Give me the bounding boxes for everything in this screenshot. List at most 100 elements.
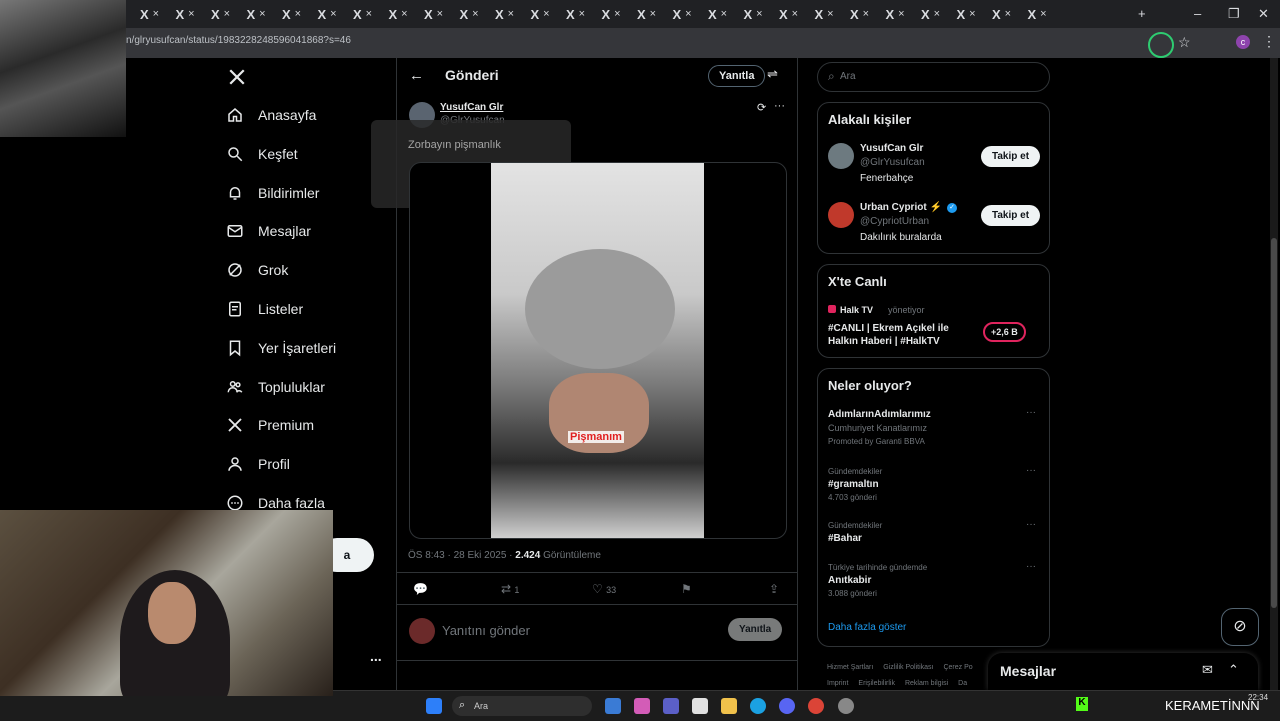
tab-close-icon[interactable]: × xyxy=(259,8,265,20)
scrollbar-thumb[interactable] xyxy=(1271,238,1277,608)
trend-name[interactable]: AdımlarınAdımlarımız xyxy=(828,409,931,420)
sidebar-item-8[interactable]: Premium xyxy=(226,416,314,434)
footer-link[interactable]: Gizlilik Politikası xyxy=(883,664,933,671)
browser-tab[interactable]: X × xyxy=(673,4,707,24)
sidebar-item-2[interactable]: Bildirimler xyxy=(226,184,319,202)
tab-close-icon[interactable]: × xyxy=(366,8,372,20)
reply-icon[interactable]: 💬 xyxy=(413,582,428,596)
browser-tab[interactable]: X × xyxy=(353,4,387,24)
sidebar-item-4[interactable]: Grok xyxy=(226,261,288,279)
browser-tab[interactable]: X × xyxy=(992,4,1026,24)
sidebar-item-7[interactable]: Topluluklar xyxy=(226,378,325,396)
tab-close-icon[interactable]: × xyxy=(969,8,975,20)
address-bar[interactable]: n/glryusufcan/status/1983228248596041868… xyxy=(0,28,1280,58)
new-message-icon[interactable]: ✉ xyxy=(1202,662,1213,678)
close-window-button[interactable]: ✕ xyxy=(1258,6,1269,22)
browser-tab[interactable]: X × xyxy=(921,4,955,24)
teams-icon[interactable] xyxy=(663,698,679,714)
minimize-button[interactable]: – xyxy=(1194,6,1201,21)
browser-tab[interactable]: X × xyxy=(318,4,352,24)
browser-tab[interactable]: X × xyxy=(140,4,174,24)
person-name[interactable]: YusufCan Glr xyxy=(860,143,923,154)
tab-close-icon[interactable]: × xyxy=(685,8,691,20)
tab-close-icon[interactable]: × xyxy=(153,8,159,20)
scrollbar[interactable] xyxy=(1270,58,1278,690)
bookmark-icon[interactable]: ⚑ xyxy=(681,582,692,596)
tab-close-icon[interactable]: × xyxy=(401,8,407,20)
reply-input[interactable]: Yanıtını gönder xyxy=(442,623,530,638)
browser-tab[interactable]: X × xyxy=(566,4,600,24)
store-icon[interactable] xyxy=(692,698,708,714)
edge-icon[interactable] xyxy=(750,698,766,714)
trend-name[interactable]: #gramaltın xyxy=(828,479,879,490)
extension-icon[interactable] xyxy=(1148,32,1174,58)
browser-tab[interactable]: X × xyxy=(815,4,849,24)
tab-close-icon[interactable]: × xyxy=(1040,8,1046,20)
post-more-icon[interactable]: ··· xyxy=(774,100,785,112)
browser-tab[interactable]: X × xyxy=(957,4,991,24)
star-icon[interactable]: ☆ xyxy=(1178,34,1191,51)
tab-close-icon[interactable]: × xyxy=(508,8,514,20)
follow-button[interactable]: Takip et xyxy=(981,146,1041,167)
trend-more-icon[interactable]: ··· xyxy=(1026,561,1036,572)
kebab-menu-icon[interactable]: ⋮ xyxy=(1262,33,1276,50)
discord-icon[interactable] xyxy=(779,698,795,714)
grok-icon[interactable]: ⟳ xyxy=(757,101,766,114)
tab-close-icon[interactable]: × xyxy=(543,8,549,20)
sidebar-item-6[interactable]: Yer İşaretleri xyxy=(226,339,336,357)
browser-tab[interactable]: X × xyxy=(495,4,529,24)
browser-tab[interactable]: X × xyxy=(176,4,210,24)
url-text[interactable]: n/glryusufcan/status/1983228248596041868… xyxy=(126,35,351,46)
settings-sliders-icon[interactable]: ⇌ xyxy=(767,66,778,82)
back-arrow-icon[interactable]: ← xyxy=(409,67,424,84)
browser-tab[interactable]: X × xyxy=(637,4,671,24)
tab-close-icon[interactable]: × xyxy=(188,8,194,20)
grok-fab-icon[interactable]: ⊘ xyxy=(1221,608,1259,646)
like-button[interactable]: ♡ 33 xyxy=(592,582,616,596)
reply-submit-button[interactable]: Yanıtla xyxy=(728,618,783,641)
trend-name[interactable]: Anıtkabir xyxy=(828,575,871,586)
taskbar-search[interactable]: ⌕ Ara xyxy=(452,696,592,716)
trend-more-icon[interactable]: ··· xyxy=(1026,407,1036,418)
tab-close-icon[interactable]: × xyxy=(472,8,478,20)
tab-close-icon[interactable]: × xyxy=(614,8,620,20)
new-tab-button[interactable]: + xyxy=(1138,6,1146,21)
person-avatar[interactable] xyxy=(828,202,854,228)
browser-tab[interactable]: X × xyxy=(1028,4,1062,24)
person-avatar[interactable] xyxy=(828,143,854,169)
share-icon[interactable]: ⇪ xyxy=(769,582,779,596)
sidebar-item-9[interactable]: Profil xyxy=(226,455,290,473)
tab-close-icon[interactable]: × xyxy=(224,8,230,20)
profile-avatar[interactable]: c xyxy=(1236,35,1250,49)
live-count-badge[interactable]: +2,6 B xyxy=(983,322,1026,342)
trend-more-icon[interactable]: ··· xyxy=(1026,465,1036,476)
browser-tab[interactable]: X × xyxy=(744,4,778,24)
tab-close-icon[interactable]: × xyxy=(1005,8,1011,20)
explorer-icon[interactable] xyxy=(721,698,737,714)
tab-close-icon[interactable]: × xyxy=(898,8,904,20)
tab-close-icon[interactable]: × xyxy=(650,8,656,20)
browser-tab[interactable]: X × xyxy=(531,4,565,24)
footer-link[interactable]: Reklam bilgisi xyxy=(905,680,948,687)
tab-close-icon[interactable]: × xyxy=(792,8,798,20)
browser-tab[interactable]: X × xyxy=(602,4,636,24)
x-logo-icon[interactable] xyxy=(228,68,246,86)
browser-tab[interactable]: X × xyxy=(708,4,742,24)
browser-tab[interactable]: X × xyxy=(211,4,245,24)
browser-tab[interactable]: X × xyxy=(460,4,494,24)
tab-close-icon[interactable]: × xyxy=(437,8,443,20)
tab-close-icon[interactable]: × xyxy=(934,8,940,20)
windows-start-icon[interactable] xyxy=(426,698,442,714)
footer-link[interactable]: Da xyxy=(958,680,967,687)
app-icon[interactable] xyxy=(838,698,854,714)
expand-icon[interactable]: ⌃ xyxy=(1228,662,1239,678)
tab-close-icon[interactable]: × xyxy=(579,8,585,20)
tab-close-icon[interactable]: × xyxy=(756,8,762,20)
author-name[interactable]: YusufCan Glr xyxy=(440,102,503,113)
person-name[interactable]: Urban Cypriot ⚡ xyxy=(860,202,942,213)
maximize-button[interactable]: ❐ xyxy=(1228,6,1240,22)
live-card[interactable]: X'te Canlı Halk TV yönetiyor #CANLI | Ek… xyxy=(817,264,1050,358)
copilot-icon[interactable] xyxy=(634,698,650,714)
footer-link[interactable]: Erişilebilirlik xyxy=(858,680,895,687)
account-more-icon[interactable]: ... xyxy=(370,648,382,664)
